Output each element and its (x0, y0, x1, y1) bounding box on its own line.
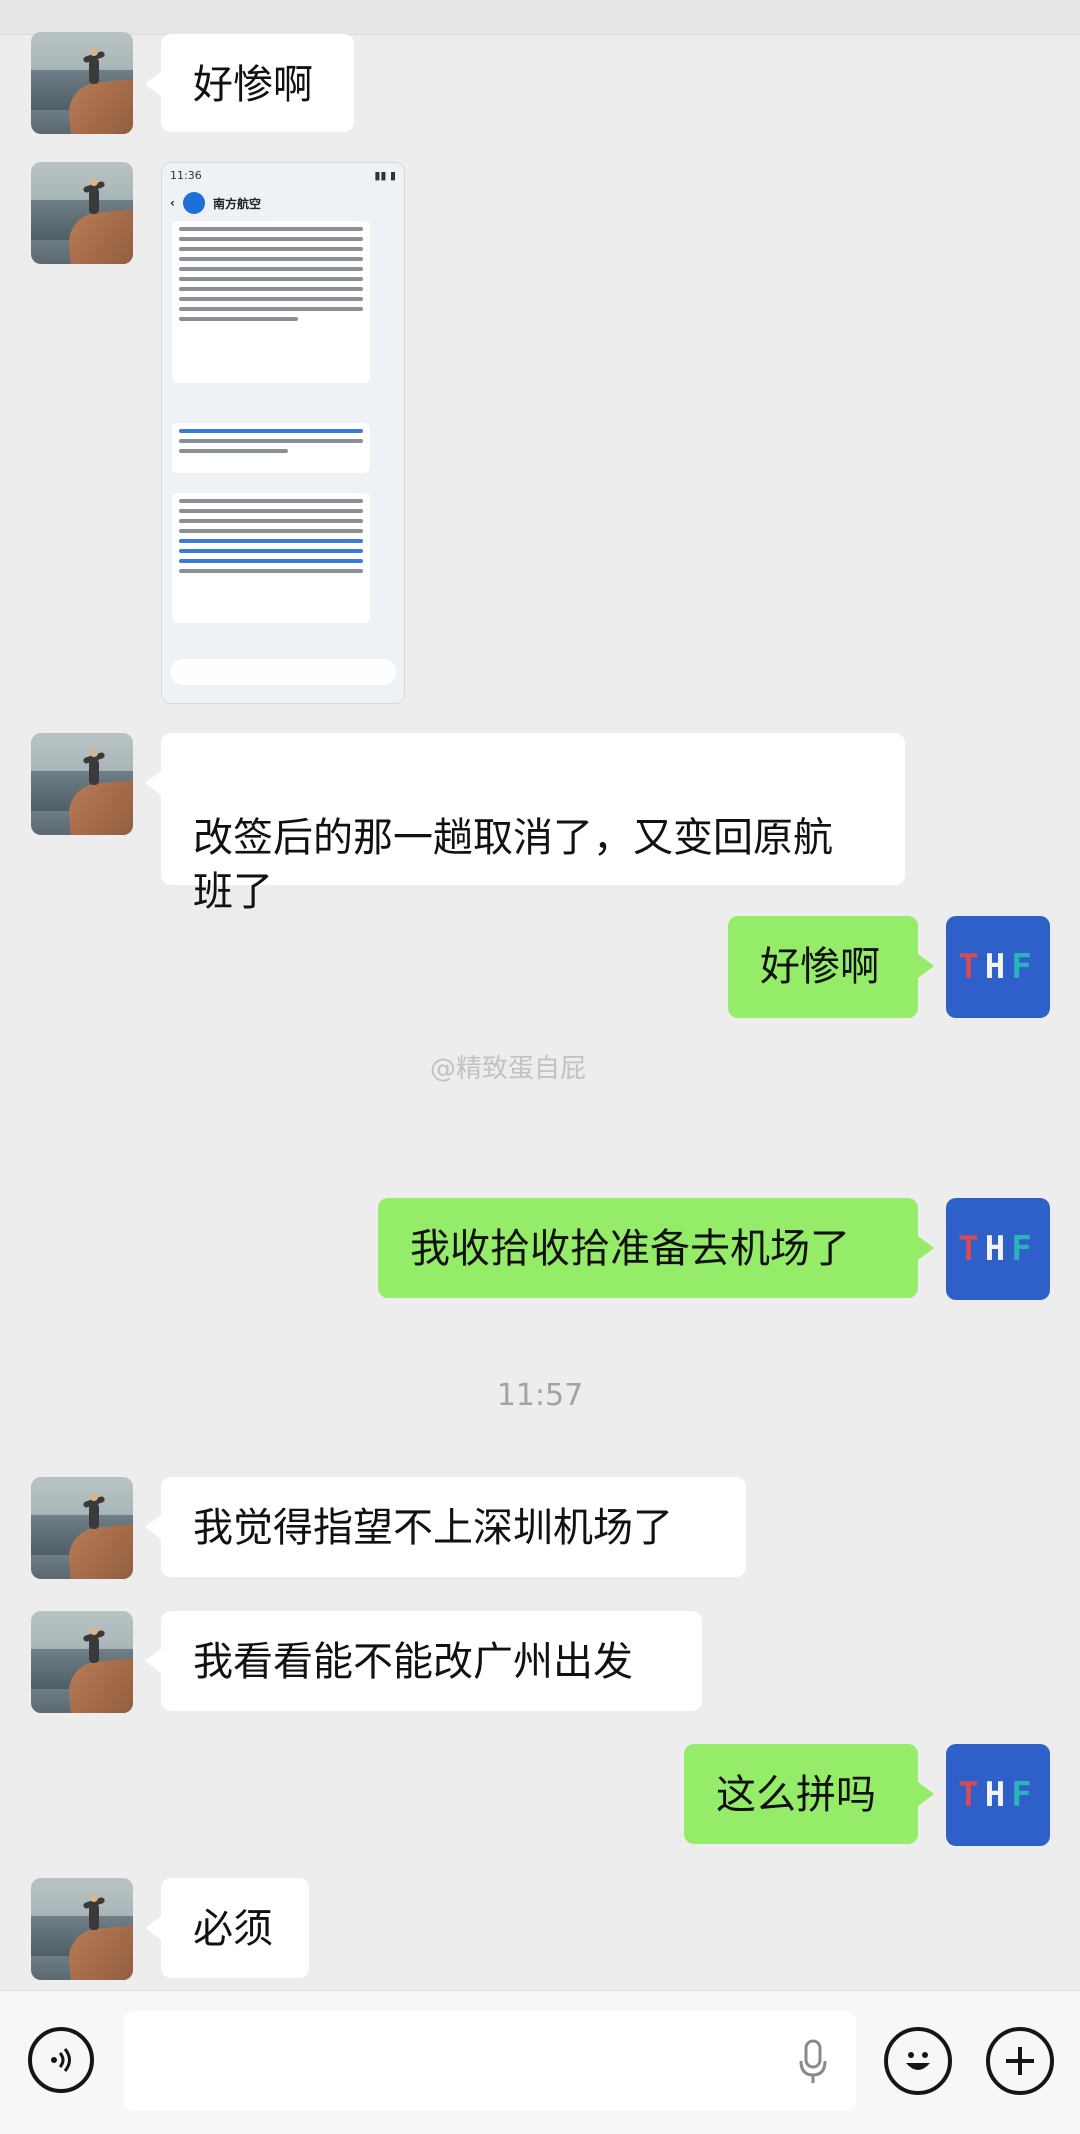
image-header: ‹ 南方航空 (170, 189, 396, 217)
message-text: 必须 (193, 1906, 273, 1952)
image-account-name: 南方航空 (212, 196, 261, 211)
status-icons: ▮▮ ▮ (374, 169, 396, 182)
message-text: 好惨啊 (193, 62, 313, 108)
message-bubble[interactable]: 好惨啊 (728, 916, 934, 1018)
message-text: 这么拼吗 (716, 1772, 876, 1818)
watermark: @精致蛋自屁 (430, 1054, 587, 1084)
message-text: 我看看能不能改广州出发 (193, 1639, 633, 1685)
image-status-time: 11:36 (170, 169, 202, 182)
contact-avatar[interactable] (31, 1878, 133, 1980)
contact-avatar[interactable] (31, 162, 133, 264)
image-card (172, 423, 370, 473)
message-bubble[interactable]: 我收拾收拾准备去机场了 (378, 1198, 934, 1298)
message-text: 好惨啊 (760, 944, 880, 990)
message-bubble[interactable]: 我看看能不能改广州出发 (145, 1611, 702, 1711)
contact-avatar[interactable] (31, 1477, 133, 1579)
message-bubble[interactable]: 我觉得指望不上深圳机场了 (145, 1477, 746, 1577)
message-bubble[interactable]: 这么拼吗 (684, 1744, 934, 1844)
voice-icon[interactable] (28, 2027, 94, 2093)
my-avatar[interactable]: THF (946, 916, 1050, 1018)
message-bubble[interactable]: 好惨啊 (145, 34, 354, 132)
my-avatar[interactable]: THF (946, 1198, 1050, 1300)
microphone-icon[interactable] (798, 2039, 828, 2085)
my-avatar[interactable]: THF (946, 1744, 1050, 1846)
image-card (172, 493, 370, 623)
image-input-bar (170, 659, 396, 685)
message-text: 改签后的那一趟取消了，又变回原航 班了 (193, 815, 833, 915)
contact-avatar[interactable] (31, 32, 133, 134)
message-text: 我收拾收拾准备去机场了 (410, 1226, 850, 1272)
contact-avatar[interactable] (31, 733, 133, 835)
message-input[interactable] (124, 2011, 856, 2111)
message-bubble[interactable]: 必须 (145, 1878, 309, 1978)
plus-icon[interactable] (986, 2027, 1054, 2095)
chat-timestamp: 11:57 (496, 1378, 584, 1413)
message-text: 我觉得指望不上深圳机场了 (193, 1505, 673, 1551)
image-message[interactable]: 11:36 ▮▮ ▮ ‹ 南方航空 (161, 162, 405, 704)
airline-logo-icon (182, 192, 205, 214)
emoji-icon[interactable] (884, 2027, 952, 2095)
back-icon: ‹ (170, 196, 175, 210)
contact-avatar[interactable] (31, 1611, 133, 1713)
message-bubble[interactable]: 改签后的那一趟取消了，又变回原航 班了 (145, 733, 905, 915)
top-edge (0, 0, 1080, 35)
image-status-bar: 11:36 ▮▮ ▮ (170, 169, 396, 185)
image-card (172, 221, 370, 383)
chat-input-bar (0, 1990, 1080, 2134)
